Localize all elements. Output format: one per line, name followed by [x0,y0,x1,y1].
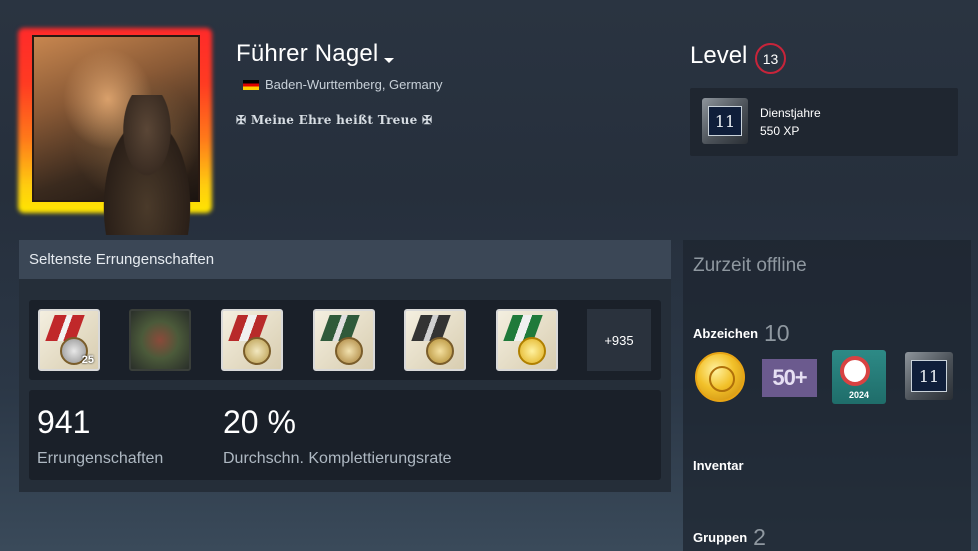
badges-count: 10 [764,320,790,346]
level-label: Level [690,42,748,69]
groups-label: Gruppen [693,530,748,545]
badges-label: Abzeichen [693,326,759,341]
badges-section-link[interactable]: Abzeichen 10 [693,320,790,347]
steam-2024-badge-icon[interactable]: 2024 [832,350,886,404]
featured-badge-card[interactable]: 11 Dienstjahre 550 XP [690,88,958,156]
achievements-showcase: Seltenste Errungenschaften 25 +935 941 E… [19,240,671,492]
years-number: 11 [911,360,947,392]
medal-icon[interactable]: 25 [38,309,100,371]
location: Baden-Wurttemberg, Germany [243,77,443,92]
medal-disc [518,337,546,365]
completion-rate-label: Durchschn. Komplettierungsrate [223,450,452,467]
medal-disc [426,337,454,365]
level-badge[interactable]: 13 [755,43,786,74]
profile-page: Führer Nagel Baden-Wurttemberg, Germany … [0,0,978,551]
more-achievements-button[interactable]: +935 [587,309,651,371]
badge-year: 2024 [848,390,870,400]
gold-star-medal-icon[interactable] [496,309,558,371]
groups-section-link[interactable]: Gruppen 2 [693,524,766,551]
medal-disc [243,337,271,365]
medal-icon[interactable] [404,309,466,371]
featured-badge-xp: 550 XP [760,124,800,138]
years-number: 11 [708,106,742,136]
gold-coin-badge-icon[interactable] [695,352,745,402]
groups-count: 2 [753,524,766,550]
achievement-level: 25 [81,354,94,366]
achievement-stats: 941 Errungenschaften 20 % Durchschn. Kom… [29,390,661,480]
medal-icon[interactable] [221,309,283,371]
years-of-service-icon[interactable]: 11 [905,352,953,400]
chevron-down-icon[interactable] [384,58,394,63]
tank-crest-icon[interactable] [129,309,191,371]
medal-disc [335,337,363,365]
achievement-count-label: Errungenschaften [37,450,164,467]
fifty-plus-badge-icon[interactable]: 50+ [762,359,817,397]
medal-icon[interactable] [313,309,375,371]
germany-flag-icon [243,79,259,90]
avatar-soldier-figure [92,95,202,235]
online-status: Zurzeit offline [693,255,807,276]
showcase-title: Seltenste Errungenschaften [19,240,671,279]
persona-name[interactable]: Führer Nagel [236,40,378,68]
profile-sidebar: Zurzeit offline Abzeichen 10 50+ 2024 11 … [683,240,971,551]
location-text: Baden-Wurttemberg, Germany [265,77,443,92]
profile-summary: ✠ Meine Ehre heißt Treue ✠ [236,113,433,127]
achievement-icons-strip: 25 +935 [29,300,661,380]
featured-badge-name: Dienstjahre [760,106,821,120]
achievement-count: 941 [37,404,91,440]
completion-rate: 20 % [223,404,296,440]
inventory-link[interactable]: Inventar [693,458,744,473]
steam-logo-icon [840,356,870,386]
years-of-service-icon: 11 [702,98,748,144]
avatar[interactable] [32,35,202,235]
